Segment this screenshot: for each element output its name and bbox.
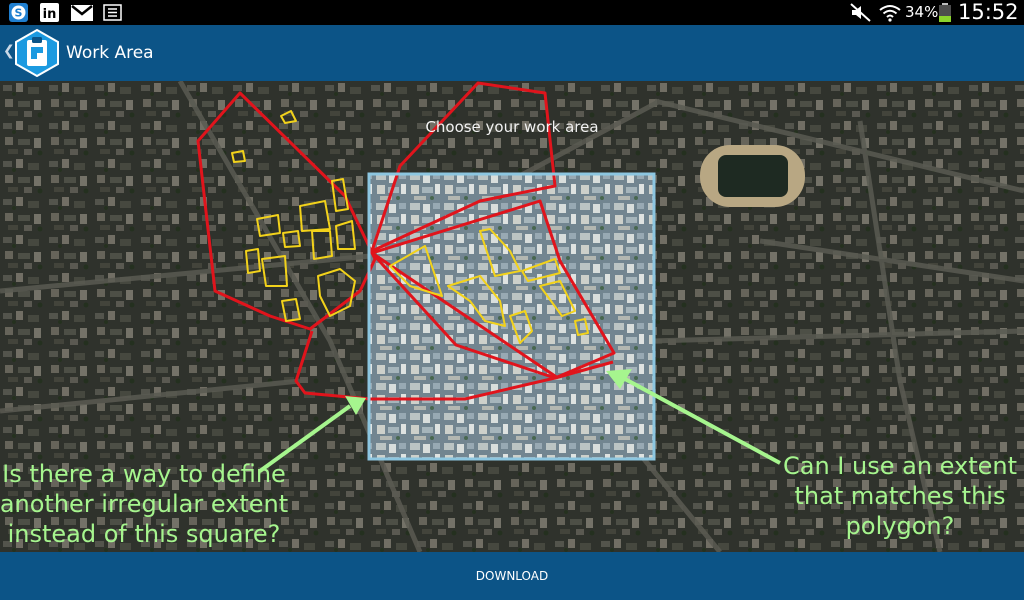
wifi-icon — [879, 5, 901, 22]
map-prompt: Choose your work area — [425, 118, 599, 136]
battery-percentage: 34% — [905, 3, 939, 21]
skype-icon: S — [9, 3, 28, 22]
mute-icon — [850, 3, 871, 22]
action-bar: ❮ Work Area — [0, 25, 1024, 81]
clipboard-app-icon[interactable] — [13, 29, 61, 77]
annotation-right: Can I use an extent that matches this po… — [782, 452, 1017, 540]
svg-text:S: S — [15, 7, 23, 20]
linkedin-icon: in — [40, 3, 59, 22]
download-button[interactable]: DOWNLOAD — [0, 552, 1024, 600]
status-clock: 15:52 — [958, 0, 1019, 24]
battery-icon — [939, 3, 951, 22]
annotation-left: Is there a way to define another irregul… — [0, 460, 289, 548]
svg-text:in: in — [43, 7, 57, 22]
map-view[interactable]: Choose your work area Is there a way to … — [0, 81, 1024, 552]
status-bar: S in 34% 15:52 — [0, 0, 1024, 25]
screen-mirror-icon — [103, 4, 122, 21]
gmail-icon — [71, 5, 93, 21]
page-title: Work Area — [66, 43, 154, 63]
bottom-bar: DOWNLOAD — [0, 552, 1024, 600]
